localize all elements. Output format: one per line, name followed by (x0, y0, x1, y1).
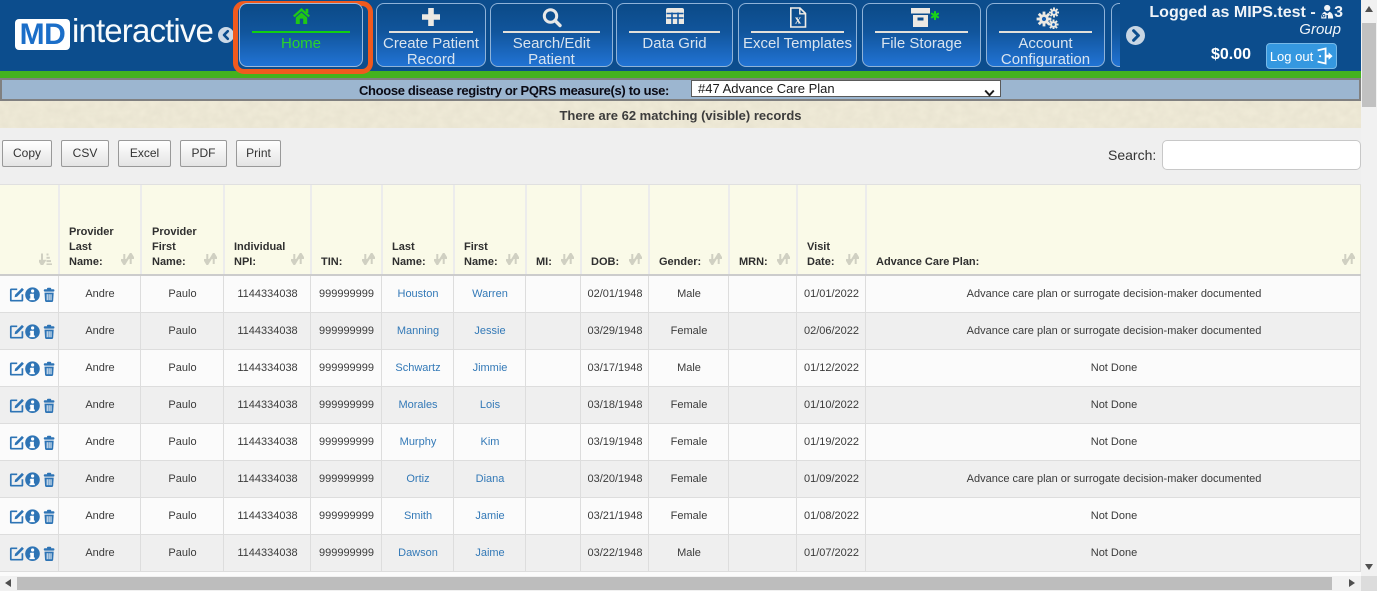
svg-text:x: x (794, 13, 801, 27)
